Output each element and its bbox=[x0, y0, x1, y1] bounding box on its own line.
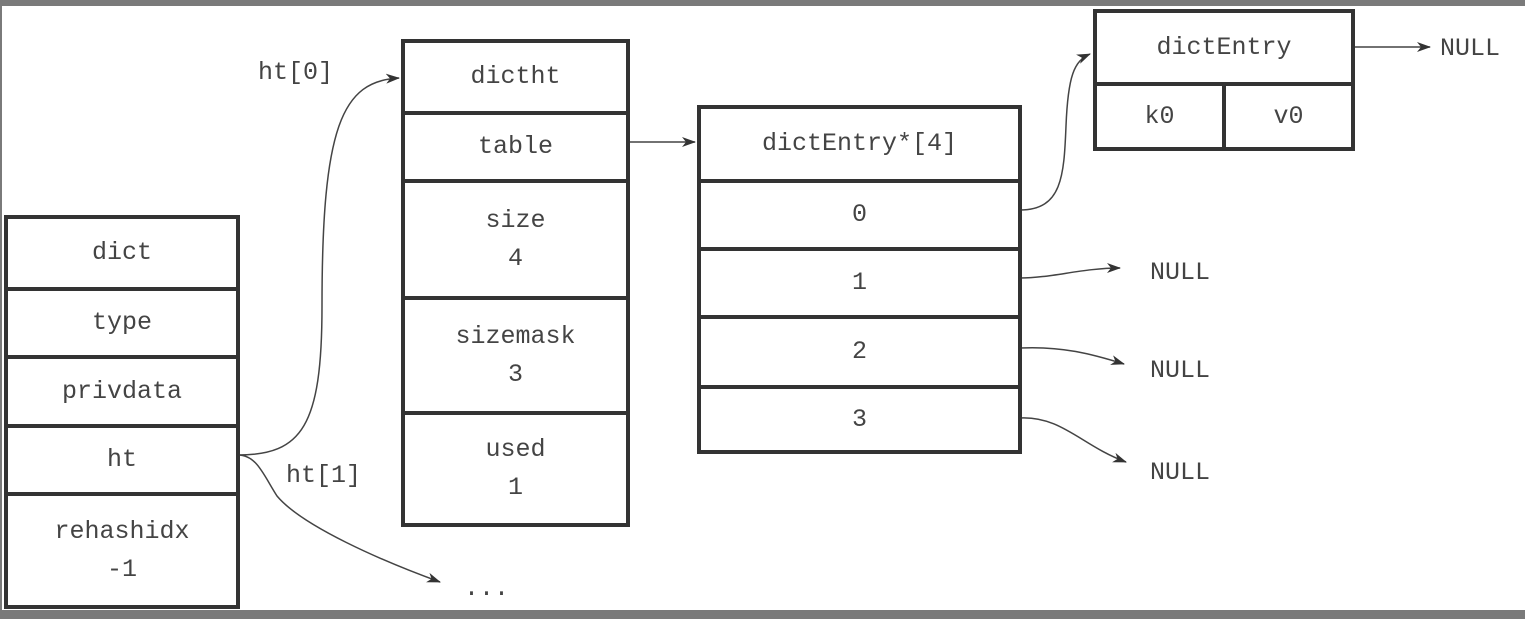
dict-field-type: type bbox=[8, 287, 236, 355]
dict-struct: dict type privdata ht rehashidx -1 bbox=[4, 215, 240, 609]
arrow-ht0 bbox=[237, 73, 400, 456]
dictht-struct: dictht table size 4 sizemask 3 used 1 bbox=[401, 39, 630, 527]
field-value: -1 bbox=[106, 554, 137, 584]
label-ht0: ht[0] bbox=[258, 58, 334, 87]
dict-field-ht: ht bbox=[8, 424, 236, 492]
table-array-title-text: dictEntry*[4] bbox=[761, 129, 958, 158]
dict-title: dict bbox=[8, 219, 236, 287]
dict-entry-value: v0 bbox=[1226, 82, 1351, 147]
field-value: 4 bbox=[507, 243, 523, 273]
dictht-field-size: size 4 bbox=[405, 179, 626, 296]
dictht-field-table: table bbox=[405, 111, 626, 179]
slot-1: 1 bbox=[701, 247, 1018, 315]
dictht-title: dictht bbox=[405, 43, 626, 111]
field-text: ht bbox=[106, 445, 137, 474]
dictht-field-sizemask: sizemask 3 bbox=[405, 296, 626, 411]
field-text: used bbox=[485, 435, 546, 464]
dictht-title-text: dictht bbox=[470, 62, 561, 91]
table-array-title: dictEntry*[4] bbox=[701, 109, 1018, 179]
arrow-slot1 bbox=[1019, 263, 1121, 279]
entry-next-null: NULL bbox=[1440, 34, 1501, 63]
label-ht1: ht[1] bbox=[286, 461, 362, 490]
dict-entry: dictEntry k0 v0 bbox=[1093, 9, 1355, 151]
field-text: type bbox=[91, 308, 152, 337]
null-slot2: NULL bbox=[1150, 356, 1211, 385]
slot-index: 1 bbox=[851, 268, 867, 297]
null-slot3: NULL bbox=[1150, 458, 1211, 487]
dict-entry-title-text: dictEntry bbox=[1156, 32, 1292, 62]
diagram-canvas: dict type privdata ht rehashidx -1 dictht… bbox=[2, 6, 1525, 610]
dict-field-rehashidx: rehashidx -1 bbox=[8, 492, 236, 605]
table-array: dictEntry*[4] 0 1 2 3 bbox=[697, 105, 1022, 454]
field-text: sizemask bbox=[455, 321, 576, 351]
field-text: size bbox=[485, 205, 546, 235]
dictht-field-used: used 1 bbox=[405, 411, 626, 523]
value-text: v0 bbox=[1273, 101, 1304, 131]
field-text: privdata bbox=[61, 376, 183, 406]
dict-entry-key: k0 bbox=[1097, 82, 1226, 147]
label-ellipsis: ... bbox=[464, 574, 510, 603]
field-text: table bbox=[477, 132, 553, 161]
slot-2: 2 bbox=[701, 315, 1018, 385]
field-text: rehashidx bbox=[54, 516, 190, 546]
field-value: 3 bbox=[507, 359, 523, 389]
dict-title-text: dict bbox=[91, 238, 152, 267]
slot-3: 3 bbox=[701, 385, 1018, 450]
slot-index: 0 bbox=[851, 200, 867, 229]
arrow-slot2 bbox=[1019, 346, 1125, 365]
dict-entry-title: dictEntry bbox=[1097, 13, 1351, 82]
key-text: k0 bbox=[1144, 101, 1175, 131]
slot-0: 0 bbox=[701, 179, 1018, 247]
slot-index: 3 bbox=[851, 404, 867, 434]
field-value: 1 bbox=[507, 473, 523, 502]
dict-field-privdata: privdata bbox=[8, 355, 236, 424]
arrow-slot0 bbox=[1019, 53, 1091, 211]
slot-index: 2 bbox=[851, 337, 867, 366]
arrow-slot3 bbox=[1019, 417, 1127, 463]
null-slot1: NULL bbox=[1150, 258, 1211, 287]
